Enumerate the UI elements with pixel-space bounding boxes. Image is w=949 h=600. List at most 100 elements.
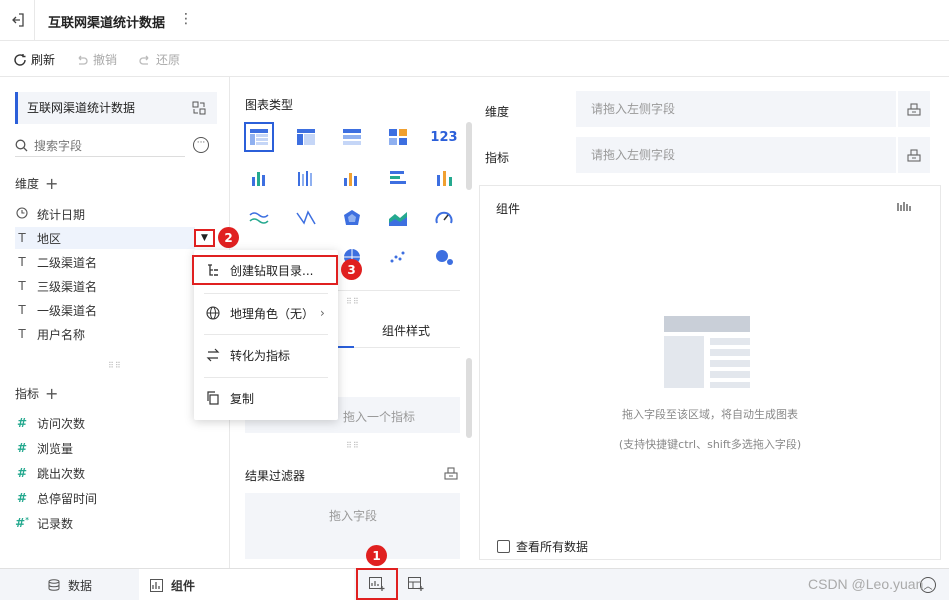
chart-type-detail[interactable]: [337, 122, 367, 152]
result-filter-title: 结果过滤器: [245, 469, 306, 483]
text-type-icon: T: [18, 303, 26, 317]
menu-label: 转化为指标: [230, 348, 291, 363]
filter-dropzone[interactable]: [245, 493, 460, 559]
kpi-icon: [389, 129, 407, 145]
undo-label: 撤销: [93, 53, 118, 67]
field-item-channel-3[interactable]: T 三级渠道名: [15, 275, 215, 297]
field-item-visits[interactable]: # 访问次数: [15, 412, 215, 434]
swap-icon: [206, 348, 220, 362]
gauge-icon: [435, 211, 453, 224]
chart-settings-icon[interactable]: [897, 201, 913, 216]
field-item-staytime[interactable]: # 总停留时间: [15, 487, 215, 509]
field-item-bounces[interactable]: # 跳出次数: [15, 462, 215, 484]
tab-component-style[interactable]: 组件样式: [382, 322, 430, 339]
chevron-right-icon: ›: [320, 306, 325, 320]
field-item-channel-2[interactable]: T 二级渠道名: [15, 251, 215, 273]
field-item-channel-1[interactable]: T 一级渠道名: [15, 299, 215, 321]
grouped-column-icon: [298, 171, 312, 186]
chart-type-number[interactable]: 123: [429, 122, 459, 152]
chart-type-line[interactable]: [244, 203, 274, 233]
number-type-icon: #: [16, 466, 28, 480]
database-icon: [48, 579, 60, 591]
chart-type-scrollbar[interactable]: [466, 122, 472, 190]
view-all-data[interactable]: 查看所有数据: [497, 538, 588, 555]
filter-settings-icon[interactable]: [444, 466, 460, 482]
redo-label: 还原: [156, 53, 181, 67]
tab-label: 组件: [171, 578, 196, 593]
exit-icon[interactable]: [8, 10, 28, 30]
chart-type-grouped-column[interactable]: [291, 163, 321, 193]
menu-divider: [204, 377, 328, 378]
add-component-button[interactable]: [356, 568, 398, 600]
chart-type-crosstab[interactable]: [291, 122, 321, 152]
field-item-region[interactable]: T 地区: [15, 227, 195, 249]
step-badge-3: 3: [341, 259, 362, 280]
dimension-slot[interactable]: 请拖入左侧字段: [576, 91, 896, 127]
more-vertical-icon[interactable]: ⋮: [179, 11, 193, 27]
view-all-checkbox[interactable]: [497, 540, 510, 553]
step-badge-1: 1: [366, 545, 387, 566]
add-dimension-icon[interactable]: +: [45, 175, 58, 191]
search-input[interactable]: [34, 138, 174, 153]
dataset-name[interactable]: 互联网渠道统计数据: [15, 92, 217, 124]
menu-copy[interactable]: 复制: [194, 383, 338, 413]
menu-create-drill[interactable]: 创建钻取目录...: [192, 255, 338, 285]
chart-type-bubble[interactable]: [429, 242, 459, 272]
bottom-tab-data[interactable]: 数据: [30, 569, 138, 600]
refresh-button[interactable]: 刷新: [13, 51, 55, 68]
table-icon: [250, 129, 268, 145]
chart-icon: [150, 578, 163, 592]
bubble-icon: [436, 250, 453, 265]
switch-dataset-icon[interactable]: [192, 101, 208, 117]
chart-type-radar[interactable]: [337, 203, 367, 233]
chart-type-scatter[interactable]: [383, 242, 413, 272]
chart-type-horizontal-bar[interactable]: [383, 163, 413, 193]
field-label: 地区: [37, 231, 62, 246]
area-chart-icon: [389, 212, 407, 226]
drill-tree-icon: [208, 264, 218, 276]
chart-type-area[interactable]: [383, 203, 413, 233]
chart-type-table[interactable]: [244, 122, 274, 152]
add-dashboard-icon: [408, 577, 424, 591]
chart-type-column[interactable]: [244, 163, 274, 193]
property-scrollbar[interactable]: [466, 358, 472, 438]
undo-button[interactable]: 撤销: [75, 51, 117, 68]
field-dropdown-button[interactable]: ▼: [194, 229, 215, 247]
chart-type-bar-line[interactable]: [337, 163, 367, 193]
toolbar: 刷新 撤销 还原: [0, 41, 949, 77]
dimension-slot-settings-icon[interactable]: [898, 91, 930, 127]
measure-slot-settings-icon[interactable]: [898, 137, 930, 173]
chart-type-radar-line[interactable]: [291, 203, 321, 233]
text-type-icon: T: [18, 279, 26, 293]
polyline-icon: [296, 210, 316, 225]
more-options-icon[interactable]: ···: [193, 137, 209, 153]
refresh-label: 刷新: [31, 53, 56, 67]
text-type-icon: T: [18, 327, 26, 341]
add-dashboard-button[interactable]: [408, 577, 426, 593]
watermark: CSDN @Leo.yuan: [808, 576, 924, 592]
chart-type-gauge[interactable]: [429, 203, 459, 233]
view-all-label: 查看所有数据: [516, 540, 589, 554]
field-item-date[interactable]: 统计日期: [15, 203, 215, 225]
resize-handle[interactable]: ⠿⠿: [108, 361, 122, 370]
menu-geo-role[interactable]: 地理角色（无） ›: [194, 298, 338, 328]
dimension-slot-label: 维度: [485, 105, 510, 119]
add-measure-icon[interactable]: +: [45, 385, 58, 401]
field-item-pageviews[interactable]: # 浏览量: [15, 437, 215, 459]
menu-label: 复制: [230, 391, 255, 406]
bottom-tab-component[interactable]: 组件: [139, 569, 354, 600]
field-item-records[interactable]: #* 记录数: [15, 512, 215, 534]
resize-handle[interactable]: ⠿⠿: [346, 297, 360, 306]
component-canvas[interactable]: 组件 拖入字段至该区域，将自动生成图表 (支持快捷键ctrl、shift多选拖入…: [479, 185, 941, 560]
menu-convert-to-measure[interactable]: 转化为指标: [194, 340, 338, 370]
resize-handle[interactable]: ⠿⠿: [346, 441, 360, 450]
field-item-username[interactable]: T 用户名称: [15, 323, 215, 345]
redo-button[interactable]: 还原: [138, 51, 180, 68]
copy-icon: [207, 391, 219, 405]
chart-type-kpi[interactable]: [383, 122, 413, 152]
chart-type-stacked[interactable]: [429, 163, 459, 193]
measure-slot[interactable]: 请拖入左侧字段: [576, 137, 896, 173]
refresh-icon: [14, 53, 26, 66]
number-type-icon: #: [16, 416, 28, 430]
search-icon: [15, 139, 28, 152]
